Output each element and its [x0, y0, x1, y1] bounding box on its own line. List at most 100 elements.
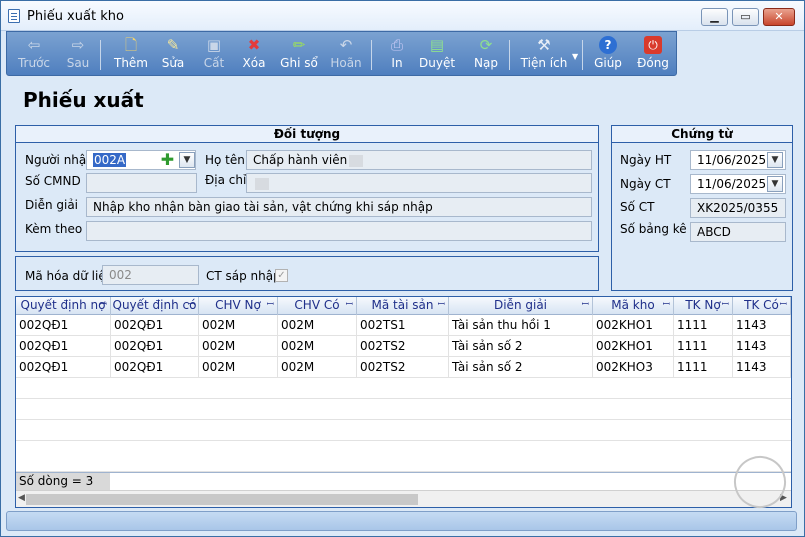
- table-cell[interactable]: 002TS2: [357, 357, 449, 378]
- toolbar-next-button[interactable]: ⇨ Sau: [59, 32, 97, 76]
- table-row[interactable]: 002QĐ1 002QĐ1 002M 002M 002TS1 Tài sản t…: [16, 315, 791, 336]
- table-row[interactable]: [16, 420, 791, 441]
- table-cell[interactable]: 1143: [733, 315, 791, 336]
- table-cell[interactable]: 002KHO1: [593, 336, 674, 357]
- pin-icon[interactable]: ꟷ: [267, 297, 274, 314]
- maximize-button[interactable]: ▭: [732, 8, 759, 26]
- toolbar-approve-label: Duyệt: [419, 56, 456, 70]
- toolbar-previous-label: Trước: [17, 56, 51, 70]
- toolbar-help-button[interactable]: ? Giúp: [591, 32, 625, 76]
- add-person-button[interactable]: ✚: [159, 152, 176, 168]
- so-bang-ke-input[interactable]: ABCD: [690, 222, 786, 242]
- column-header-quyet-dinh-co[interactable]: Quyết định có ꟷ: [111, 297, 199, 315]
- table-cell[interactable]: 002QĐ1: [16, 357, 111, 378]
- toolbar-close-button[interactable]: ⏻ Đóng: [635, 32, 671, 76]
- column-header-dien-giai[interactable]: Diễn giải ꟷ: [449, 297, 593, 315]
- ho-ten-input[interactable]: Chấp hành viên: [246, 150, 592, 170]
- pin-icon[interactable]: ꟷ: [722, 297, 729, 314]
- scroll-left-icon[interactable]: ◀: [18, 493, 25, 503]
- table-row[interactable]: [16, 378, 791, 399]
- table-cell[interactable]: 1143: [733, 357, 791, 378]
- table-cell[interactable]: 002M: [278, 315, 357, 336]
- toolbar-previous-button[interactable]: ⇦ Trước: [13, 32, 55, 76]
- toolbar-help-label: Giúp: [594, 56, 622, 70]
- chung-tu-panel: Chứng từ Ngày HT 11/06/2025 ▼ Ngày CT 11…: [611, 125, 793, 291]
- row-count: Số dòng = 3: [16, 473, 110, 490]
- column-header-tk-no[interactable]: TK Nợ ꟷ: [674, 297, 733, 315]
- column-header-ma-kho[interactable]: Mã kho ꟷ: [593, 297, 674, 315]
- table-cell[interactable]: 002M: [278, 357, 357, 378]
- toolbar-refresh-button[interactable]: ⟳ Nạp: [470, 32, 502, 76]
- column-header-chv-no[interactable]: CHV Nợ ꟷ: [199, 297, 278, 315]
- table-cell[interactable]: Tài sản số 2: [449, 336, 593, 357]
- table-cell[interactable]: 002QĐ1: [111, 357, 199, 378]
- dien-giai-input[interactable]: Nhập kho nhận bàn giao tài sản, vật chứn…: [86, 197, 592, 217]
- pin-icon[interactable]: ꟷ: [780, 297, 787, 314]
- dia-chi-input[interactable]: [246, 173, 592, 193]
- table-cell[interactable]: 002M: [199, 357, 278, 378]
- table-row[interactable]: 002QĐ1 002QĐ1 002M 002M 002TS2 Tài sản s…: [16, 357, 791, 378]
- pin-icon[interactable]: ꟷ: [100, 297, 107, 314]
- table-cell[interactable]: 002TS2: [357, 336, 449, 357]
- chevron-down-icon: ▼: [771, 155, 779, 165]
- kem-theo-label: Kèm theo: [25, 222, 83, 236]
- ngay-ht-dropdown-button[interactable]: ▼: [767, 152, 783, 168]
- close-window-button[interactable]: ✕: [763, 8, 795, 26]
- table-cell[interactable]: 002M: [199, 315, 278, 336]
- pin-icon[interactable]: ꟷ: [188, 297, 195, 314]
- ngay-ct-dropdown-button[interactable]: ▼: [767, 176, 783, 192]
- table-cell[interactable]: 1111: [674, 315, 733, 336]
- kem-theo-input[interactable]: [86, 221, 592, 241]
- table-row[interactable]: [16, 399, 791, 420]
- table-row[interactable]: [16, 441, 791, 472]
- table-row[interactable]: 002QĐ1 002QĐ1 002M 002M 002TS2 Tài sản s…: [16, 336, 791, 357]
- nguoi-nhan-dropdown-button[interactable]: ▼: [179, 152, 195, 168]
- table-cell[interactable]: 002KHO3: [593, 357, 674, 378]
- table-cell[interactable]: 1111: [674, 357, 733, 378]
- so-bang-ke-value: ABCD: [697, 225, 731, 239]
- column-header-label: Quyết định có: [112, 298, 197, 312]
- close-icon: ✕: [774, 10, 784, 23]
- table-cell[interactable]: 002QĐ1: [111, 315, 199, 336]
- table-cell[interactable]: 002M: [199, 336, 278, 357]
- table-cell[interactable]: 1111: [674, 336, 733, 357]
- pin-icon[interactable]: ꟷ: [663, 297, 670, 314]
- ct-sap-nhap-checkbox[interactable]: ✓: [275, 269, 288, 282]
- column-header-chv-co[interactable]: CHV Có ꟷ: [278, 297, 357, 315]
- column-header-tk-co[interactable]: TK Có ꟷ: [733, 297, 791, 315]
- ma-hoa-input[interactable]: 002: [102, 265, 199, 285]
- scrollbar-thumb[interactable]: [26, 494, 418, 505]
- toolbar-save-button[interactable]: ▣ Cất: [197, 32, 231, 76]
- table-cell[interactable]: 002QĐ1: [111, 336, 199, 357]
- column-header-label: TK Nợ: [685, 298, 721, 312]
- toolbar-post-button[interactable]: ✏ Ghi sổ: [278, 32, 320, 76]
- toolbar-approve-button[interactable]: ▤ Duyệt: [419, 32, 455, 76]
- doi-tuong-panel: Đối tượng Người nhận 002A ✚ ▼ Họ tên Chấ…: [15, 125, 599, 252]
- nguoi-nhan-label: Người nhận: [25, 153, 94, 167]
- chevron-down-icon[interactable]: ▼: [572, 52, 578, 61]
- table-cell[interactable]: Tài sản thu hồi 1: [449, 315, 593, 336]
- table-cell[interactable]: 002M: [278, 336, 357, 357]
- toolbar-delete-button[interactable]: ✖ Xóa: [236, 32, 272, 76]
- table-cell[interactable]: 002QĐ1: [16, 315, 111, 336]
- table-cell[interactable]: 002KHO1: [593, 315, 674, 336]
- column-header-quyet-dinh-no[interactable]: Quyết định nợ ꟷ: [16, 297, 111, 315]
- so-cmnd-input[interactable]: [86, 173, 197, 193]
- table-cell[interactable]: Tài sản số 2: [449, 357, 593, 378]
- horizontal-scrollbar[interactable]: ◀ ▶: [16, 490, 791, 507]
- table-cell[interactable]: 1143: [733, 336, 791, 357]
- toolbar-add-button[interactable]: 🗋 Thêm: [111, 32, 151, 76]
- minimize-button[interactable]: ▁: [701, 8, 728, 26]
- chevron-down-icon: ▼: [771, 179, 779, 189]
- pin-icon[interactable]: ꟷ: [438, 297, 445, 314]
- toolbar-print-button[interactable]: ⎙ In: [382, 32, 412, 76]
- column-header-ma-tai-san[interactable]: Mã tài sản ꟷ: [357, 297, 449, 315]
- toolbar-edit-button[interactable]: ✎ Sửa: [155, 32, 191, 76]
- pin-icon[interactable]: ꟷ: [582, 297, 589, 314]
- toolbar-undo-button[interactable]: ↶ Hoãn: [327, 32, 365, 76]
- toolbar-utilities-button[interactable]: ⚒ Tiện ích: [518, 32, 570, 76]
- table-cell[interactable]: 002QĐ1: [16, 336, 111, 357]
- so-ct-input[interactable]: XK2025/0355: [690, 198, 786, 218]
- pin-icon[interactable]: ꟷ: [346, 297, 353, 314]
- table-cell[interactable]: 002TS1: [357, 315, 449, 336]
